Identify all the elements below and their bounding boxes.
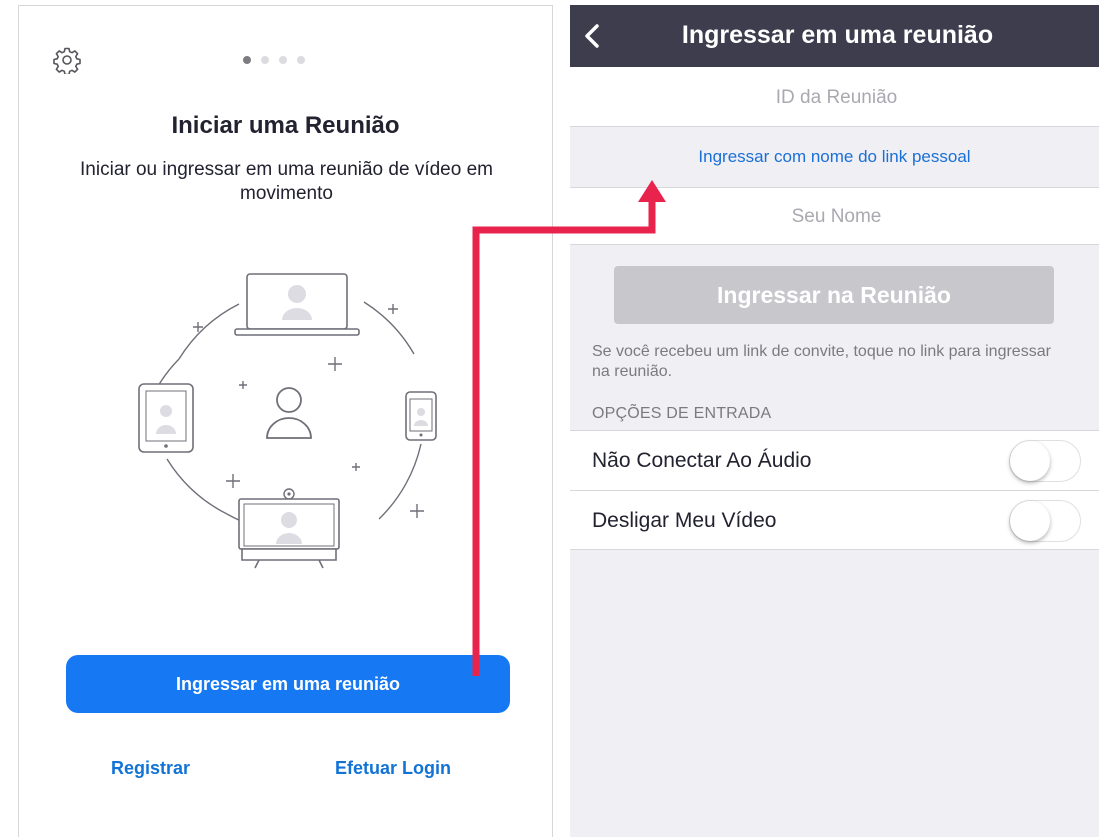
meeting-id-row <box>570 67 1099 128</box>
meeting-devices-illustration <box>138 273 437 569</box>
gear-icon[interactable] <box>53 46 81 74</box>
option-label: Desligar Meu Vídeo <box>592 509 777 532</box>
option-label: Não Conectar Ao Áudio <box>592 449 812 472</box>
page-dot <box>279 56 287 64</box>
name-input[interactable] <box>570 188 1099 246</box>
login-link[interactable]: Efetuar Login <box>335 758 451 779</box>
personal-link-row: Ingressar com nome do link pessoal <box>570 127 1099 187</box>
page-title: Iniciar uma Reunião <box>171 112 400 139</box>
nav-title: Ingressar em uma reunião <box>681 21 994 49</box>
join-meeting-button[interactable]: Ingressar em uma reunião <box>66 655 510 713</box>
toggle-knob <box>1010 501 1050 541</box>
option-row-no-audio: Não Conectar Ao Áudio <box>570 430 1099 490</box>
tablet-icon <box>138 383 194 453</box>
person-icon <box>266 387 312 439</box>
page-dot-active <box>243 56 251 64</box>
name-row <box>570 187 1099 246</box>
join-options-header: OPÇÕES DE ENTRADA <box>592 405 772 422</box>
invite-hint-text: Se você recebeu um link de convite, toqu… <box>592 343 1051 380</box>
join-meeting-screen: Ingressar em uma reunião Ingressar com n… <box>570 5 1099 837</box>
page-dot <box>297 56 305 64</box>
video-off-toggle[interactable] <box>1009 500 1081 542</box>
room-display-icon <box>238 488 340 569</box>
page-subtitle: Iniciar ou ingressar em uma reunião de v… <box>80 159 493 204</box>
page-indicator <box>243 55 305 65</box>
register-link[interactable]: Registrar <box>111 758 190 779</box>
meeting-id-input[interactable] <box>570 67 1099 128</box>
join-meeting-submit-button[interactable]: Ingressar na Reunião <box>614 266 1054 324</box>
laptop-icon <box>234 273 360 336</box>
page-dot <box>261 56 269 64</box>
phone-icon <box>405 391 437 441</box>
plus-decorations <box>193 304 424 518</box>
no-audio-toggle[interactable] <box>1009 440 1081 482</box>
start-meeting-screen: Iniciar uma Reunião Iniciar ou ingressar… <box>18 5 553 837</box>
navigation-bar: Ingressar em uma reunião <box>570 5 1099 67</box>
personal-link-button[interactable]: Ingressar com nome do link pessoal <box>698 147 970 167</box>
option-row-video-off: Desligar Meu Vídeo <box>570 490 1099 550</box>
toggle-knob <box>1010 441 1050 481</box>
